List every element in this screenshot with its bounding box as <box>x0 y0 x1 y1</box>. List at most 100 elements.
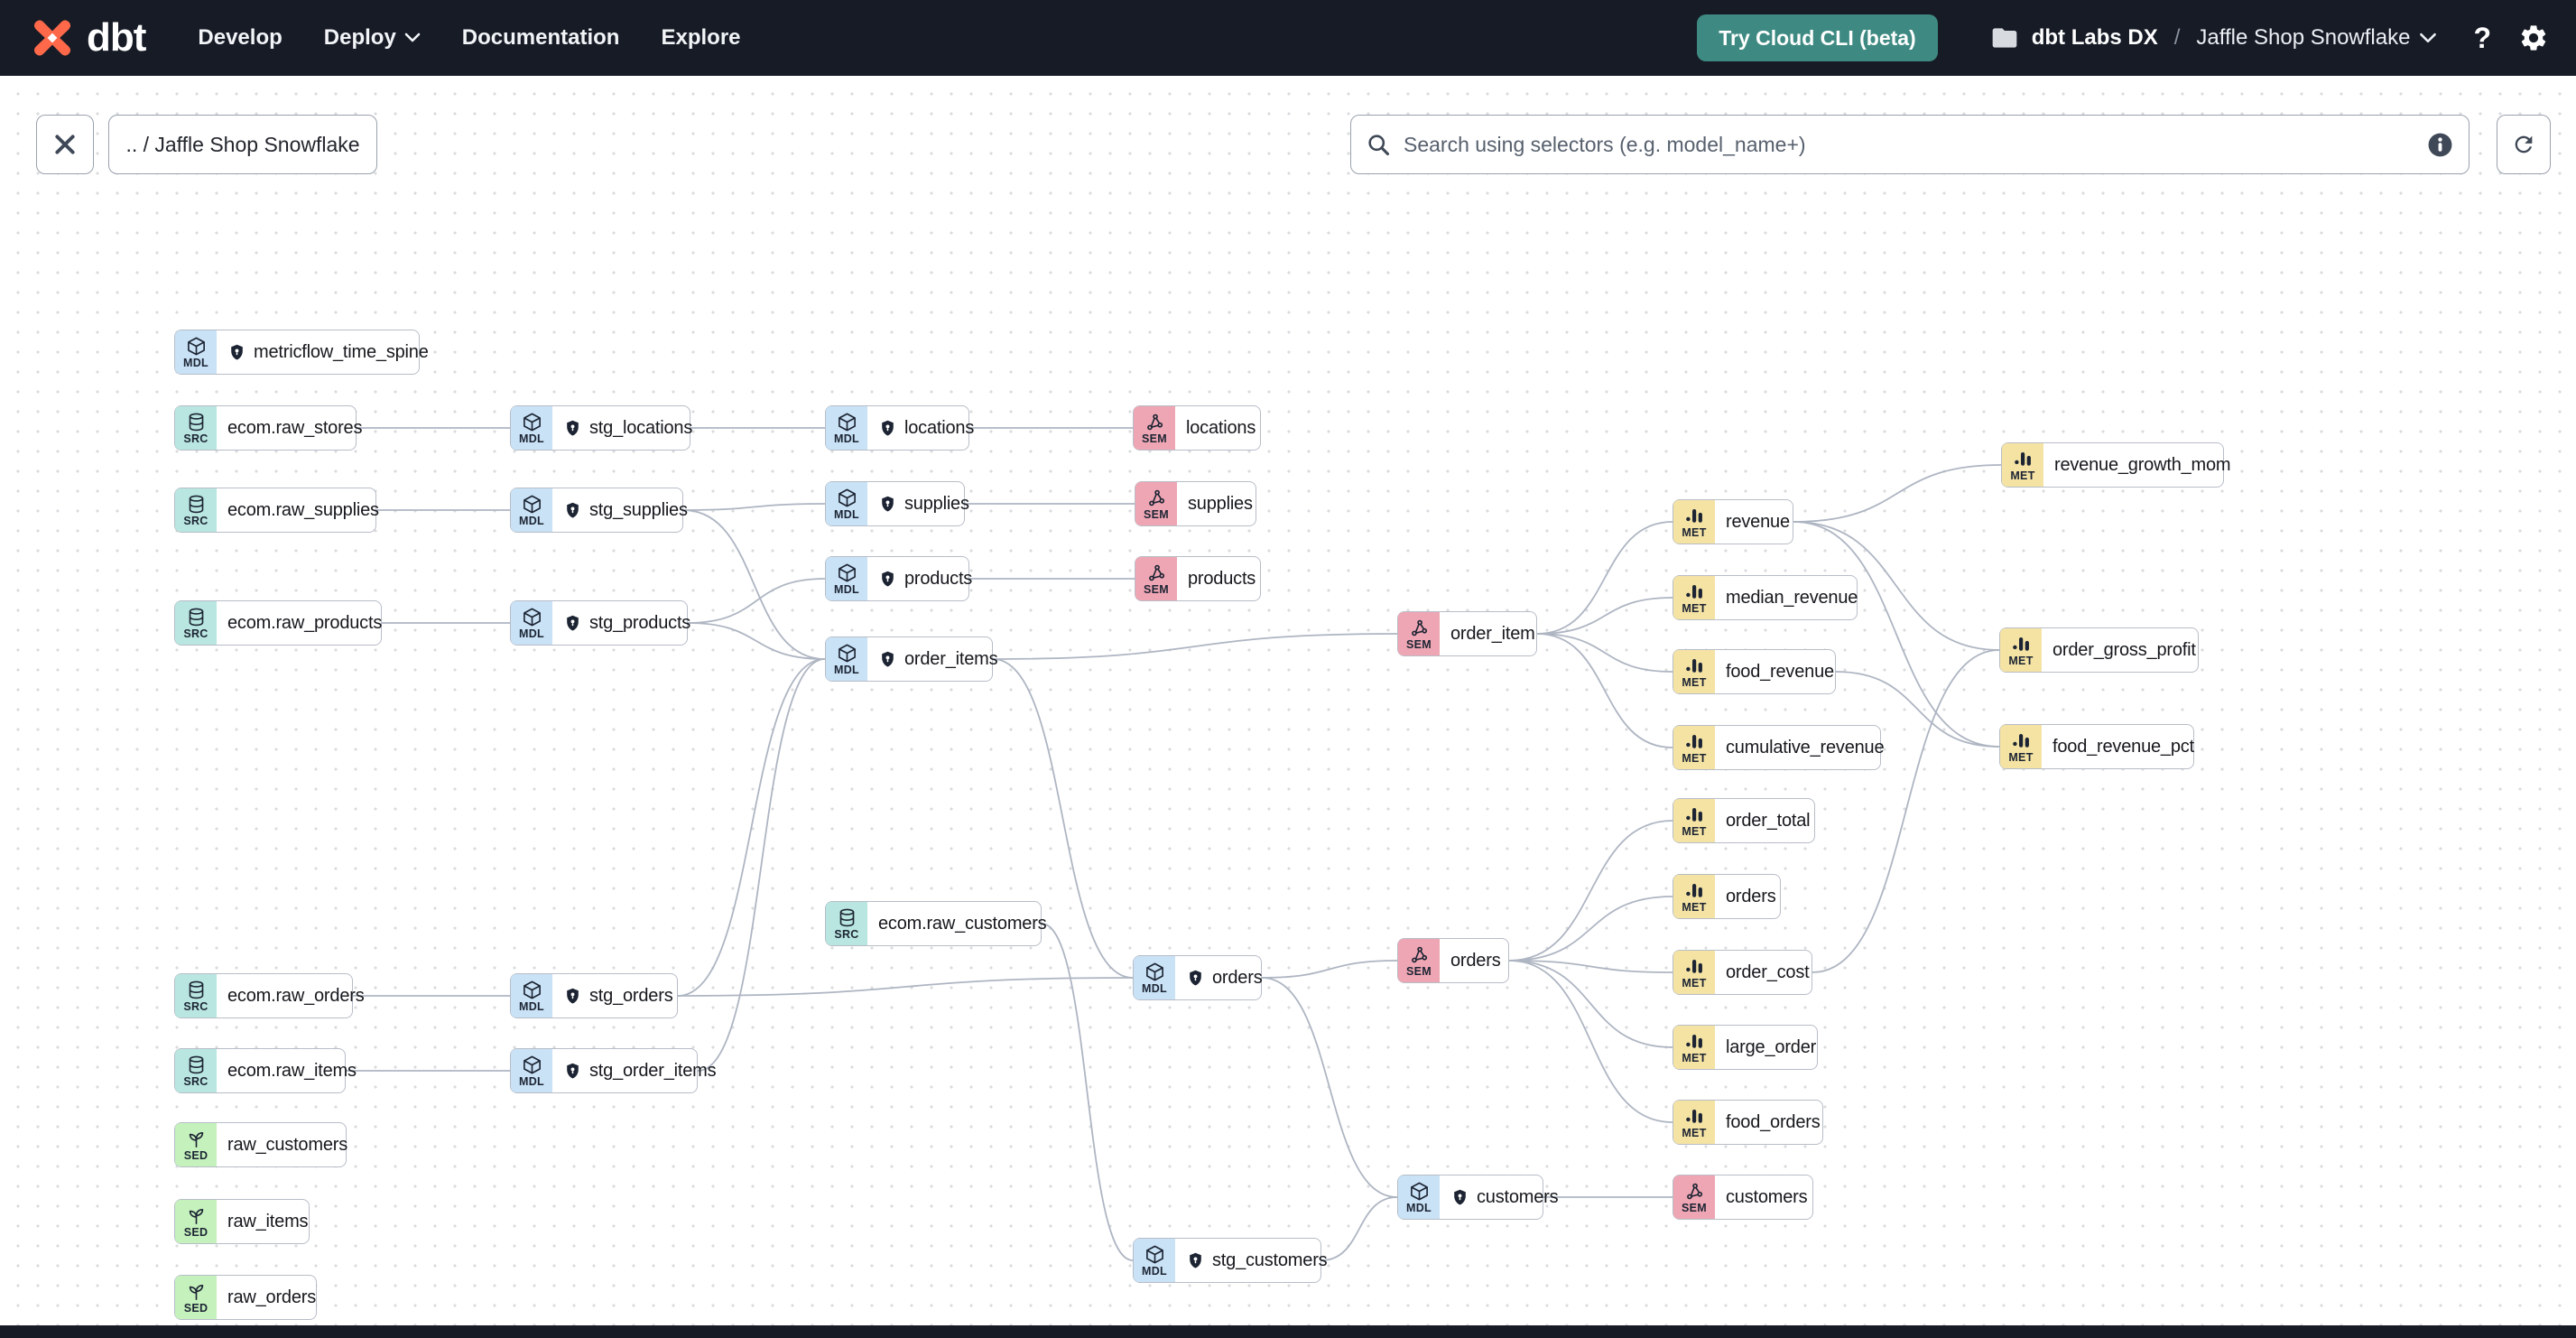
selector-search[interactable] <box>1350 115 2469 174</box>
node-name: stg_products <box>552 601 703 645</box>
node-stg_order_items[interactable]: MDL stg_order_items <box>510 1048 717 1093</box>
node-stg_products[interactable]: MDL stg_products <box>510 600 690 646</box>
node-name: customers <box>1726 1186 1808 1207</box>
met-type-chip: MET <box>1673 650 1715 693</box>
close-lineage-button[interactable] <box>36 115 94 174</box>
node-met_order_total[interactable]: MET order_total <box>1673 798 1815 843</box>
help-icon[interactable]: ? <box>2473 22 2491 55</box>
lineage-canvas[interactable]: MDL metricflow_time_spine SRC ecom.raw_stor… <box>0 76 2576 1325</box>
metric-icon <box>2011 730 2032 751</box>
node-type-label: MDL <box>183 356 208 369</box>
src-type-chip: SRC <box>175 1049 217 1092</box>
node-met_large_order[interactable]: MET large_order <box>1673 1025 1818 1070</box>
node-type-label: SEM <box>1144 507 1169 521</box>
node-supplies_mdl[interactable]: MDL supplies <box>825 481 969 526</box>
nav-item-explore[interactable]: Explore <box>661 25 740 51</box>
node-name: products <box>1188 568 1256 589</box>
node-seed_raw_orders[interactable]: SED raw_orders <box>174 1275 317 1320</box>
metric-icon <box>1684 731 1705 752</box>
edge-stg_products-products_mdl <box>687 578 826 624</box>
info-icon[interactable] <box>2426 131 2454 159</box>
node-met_food_orders[interactable]: MET food_orders <box>1673 1100 1823 1145</box>
node-seed_raw_items[interactable]: SED raw_items <box>174 1199 310 1244</box>
node-name: raw_items <box>227 1211 309 1231</box>
node-products_sem[interactable]: SEM products <box>1135 556 1261 601</box>
edge-orders_mdl-customers_mdl <box>1261 977 1398 1198</box>
lineage-breadcrumb[interactable]: .. / Jaffle Shop Snowflake <box>108 115 377 174</box>
node-met_food_revenue_pct[interactable]: MET food_revenue_pct <box>1999 724 2194 769</box>
node-type-label: MET <box>2008 750 2034 764</box>
semantic-model-icon <box>1409 944 1430 965</box>
node-met_orders[interactable]: MET orders <box>1673 874 1781 919</box>
node-type-label: SED <box>183 1225 208 1239</box>
node-stg_customers[interactable]: MDL stg_customers <box>1133 1238 1328 1283</box>
node-raw_supplies[interactable]: SRC ecom.raw_supplies <box>174 488 379 533</box>
node-met_revenue[interactable]: MET revenue <box>1673 499 1793 544</box>
nav-item-documentation[interactable]: Documentation <box>462 25 620 51</box>
mdl-type-chip: MDL <box>511 974 552 1017</box>
edge-stg_order_items-order_items_mdl <box>697 658 826 1072</box>
node-seed_raw_customers[interactable]: SED raw_customers <box>174 1122 347 1167</box>
node-type-label: MET <box>1682 1126 1707 1139</box>
edge-orders_mdl-orders_sem <box>1261 960 1398 979</box>
node-stg_locations[interactable]: MDL stg_locations <box>510 405 692 451</box>
node-met_order_cost[interactable]: MET order_cost <box>1673 950 1812 995</box>
model-icon <box>522 494 542 515</box>
node-raw_products[interactable]: SRC ecom.raw_products <box>174 600 382 646</box>
try-cloud-cli-button[interactable]: Try Cloud CLI (beta) <box>1697 14 1938 61</box>
node-raw_customers_src[interactable]: SRC ecom.raw_customers <box>825 901 1047 946</box>
project-selector[interactable]: Jaffle Shop Snowflake <box>2196 25 2437 51</box>
node-name: orders <box>1450 950 1501 971</box>
shield-icon <box>878 419 897 438</box>
met-type-chip: MET <box>1673 576 1715 619</box>
source-icon <box>186 412 207 432</box>
node-products_mdl[interactable]: MDL products <box>825 556 972 601</box>
node-customers_mdl[interactable]: MDL customers <box>1397 1175 1559 1220</box>
node-customers_sem[interactable]: SEM customers <box>1673 1175 1813 1220</box>
node-type-label: SRC <box>183 432 208 445</box>
search-input[interactable] <box>1402 131 2426 158</box>
node-locations_mdl[interactable]: MDL locations <box>825 405 974 451</box>
node-met_revenue_growth_mom[interactable]: MET revenue_growth_mom <box>2001 442 2231 488</box>
node-order_item_sem[interactable]: SEM order_item <box>1397 611 1537 656</box>
node-orders_sem[interactable]: SEM orders <box>1397 938 1509 983</box>
metric-icon <box>1684 956 1705 977</box>
node-supplies_sem[interactable]: SEM supplies <box>1135 481 1256 526</box>
nav-item-develop[interactable]: Develop <box>198 25 282 51</box>
node-raw_orders_src[interactable]: SRC ecom.raw_orders <box>174 973 365 1018</box>
gear-icon[interactable] <box>2518 23 2549 53</box>
model-icon <box>837 643 857 664</box>
edge-stg_products-order_items_mdl <box>687 622 826 660</box>
node-order_items_mdl[interactable]: MDL order_items <box>825 636 998 682</box>
node-met_median_revenue[interactable]: MET median_revenue <box>1673 575 1858 620</box>
node-orders_mdl[interactable]: MDL orders <box>1133 955 1263 1000</box>
node-raw_stores[interactable]: SRC ecom.raw_stores <box>174 405 362 451</box>
model-icon <box>1144 1244 1165 1265</box>
node-type-label: SEM <box>1142 432 1167 445</box>
mdl-type-chip: MDL <box>826 406 867 450</box>
refresh-button[interactable] <box>2497 115 2551 174</box>
node-type-label: SRC <box>183 627 208 640</box>
node-type-label: MDL <box>1142 981 1167 995</box>
node-type-label: MDL <box>519 627 544 640</box>
nav-item-deploy[interactable]: Deploy <box>324 25 421 51</box>
shield-icon <box>563 1062 582 1081</box>
edge-orders_sem-met_large_order <box>1508 960 1673 1048</box>
model-icon <box>837 562 857 583</box>
node-met_cumulative_revenue[interactable]: MET cumulative_revenue <box>1673 725 1885 770</box>
node-stg_supplies[interactable]: MDL stg_supplies <box>510 488 688 533</box>
mdl-type-chip: MDL <box>1134 956 1175 999</box>
node-type-label: MET <box>2010 469 2035 482</box>
model-icon <box>522 980 542 1000</box>
sem-type-chip: SEM <box>1135 482 1177 525</box>
node-met_food_revenue[interactable]: MET food_revenue <box>1673 649 1836 694</box>
node-metricflow_time_spine[interactable]: MDL metricflow_time_spine <box>174 330 429 375</box>
node-met_order_gross_profit[interactable]: MET order_gross_profit <box>1999 627 2199 673</box>
node-raw_items_src[interactable]: SRC ecom.raw_items <box>174 1048 357 1093</box>
dbt-logo[interactable]: dbt <box>31 15 146 60</box>
shield-icon <box>563 419 582 438</box>
node-locations_sem[interactable]: SEM locations <box>1133 405 1261 451</box>
account-name[interactable]: dbt Labs DX <box>2032 25 2158 51</box>
node-type-label: MET <box>1682 824 1707 838</box>
node-stg_orders[interactable]: MDL stg_orders <box>510 973 678 1018</box>
